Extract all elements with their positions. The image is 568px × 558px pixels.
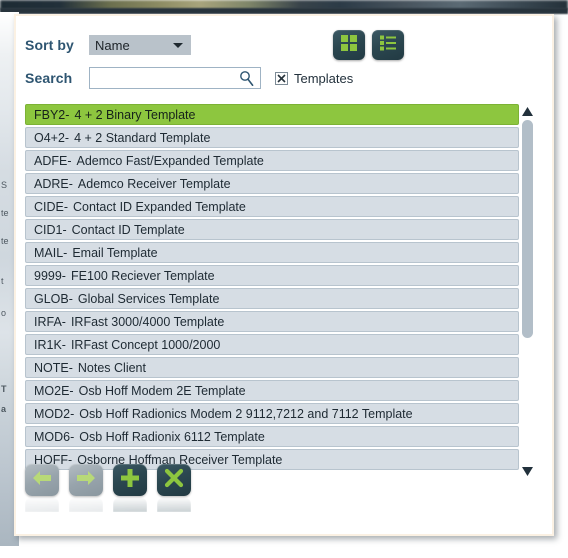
list-item-code: CID1- [34,222,67,237]
list-scrollbar[interactable] [520,104,535,479]
list-item[interactable]: MOD2- Osb Hoff Radionics Modem 2 9112,721… [25,403,519,424]
arrow-left-icon [32,469,52,492]
list-item[interactable]: ADFE- Ademco Fast/Expanded Template [25,150,519,171]
chevron-down-icon [173,43,183,48]
search-box[interactable] [89,67,261,89]
background-text-fragment: T [1,384,7,394]
view-toggle-group [333,30,404,60]
list-item-name: Contact ID Expanded Template [73,199,246,214]
templates-checkbox[interactable] [275,71,288,85]
forward-button-wrap [69,464,103,512]
template-list-area: FBY2- 4 + 2 Binary Template O4+2- 4 + 2 Sta… [25,104,535,479]
delete-button[interactable] [157,464,191,496]
sort-by-select[interactable]: Name [89,35,191,55]
list-item-code: IRFA- [34,314,66,329]
plus-icon [120,468,140,493]
list-item-code: ADFE- [34,153,72,168]
background-text-fragment: t [1,276,4,286]
list-item[interactable]: CID1- Contact ID Template [25,219,519,240]
screen-root: S te te t o T a Sort by Name Search Temp… [0,0,568,558]
background-text-fragment: te [1,208,9,218]
delete-button-reflection [157,497,191,512]
template-picker-panel: Sort by Name Search Templates FBY2- 4 + … [14,14,554,536]
close-x-icon [164,468,184,493]
list-view-icon [379,34,397,57]
list-item[interactable]: IR1K- IRFast Concept 1000/2000 [25,334,519,355]
list-item-name: Ademco Receiver Template [77,176,231,191]
scroll-down-arrow-icon[interactable] [521,465,534,478]
search-input[interactable] [94,68,243,88]
list-item-code: MO2E- [34,383,74,398]
list-item-name: Email Template [72,245,158,260]
templates-checkbox-row[interactable]: Templates [275,71,353,86]
list-item[interactable]: O4+2- 4 + 2 Standard Template [25,127,519,148]
checkmark-x-icon [277,73,286,83]
list-item-code: ADRE- [34,176,73,191]
forward-button[interactable] [69,464,103,496]
list-item[interactable]: IRFA- IRFast 3000/4000 Template [25,311,519,332]
back-button-wrap [25,464,59,512]
list-item[interactable]: NOTE- Notes Client [25,357,519,378]
grid-view-button[interactable] [333,30,365,60]
back-button[interactable] [25,464,59,496]
list-item[interactable]: MO2E- Osb Hoff Modem 2E Template [25,380,519,401]
list-item-name: Osb Hoff Modem 2E Template [78,383,246,398]
add-button-reflection [113,497,147,512]
list-item-code: GLOB- [34,291,73,306]
grid-view-icon [340,34,358,57]
sort-by-row: Sort by Name [25,35,191,55]
list-item[interactable]: GLOB- Global Services Template [25,288,519,309]
arrow-right-icon [76,469,96,492]
list-item[interactable]: FBY2- 4 + 2 Binary Template [25,104,519,125]
list-item-name: Global Services Template [77,291,220,306]
background-text-fragment: S [1,180,8,190]
templates-checkbox-label: Templates [294,70,354,86]
list-item-name: 4 + 2 Binary Template [74,107,196,122]
list-item-name: IRFast Concept 1000/2000 [70,337,221,352]
background-text-fragment: o [1,308,7,318]
list-item[interactable]: 9999- FE100 Reciever Template [25,265,519,286]
background-text-fragment: a [1,404,7,414]
list-item-name: Contact ID Template [71,222,185,237]
delete-button-wrap [157,464,191,512]
list-item[interactable]: MOD6- Osb Hoff Radionix 6112 Template [25,426,519,447]
list-item-name: Osb Hoff Radionix 6112 Template [79,429,265,444]
back-button-reflection [25,497,59,512]
list-item-name: Osb Hoff Radionics Modem 2 9112,7212 and… [79,406,413,421]
list-item[interactable]: ADRE- Ademco Receiver Template [25,173,519,194]
list-item-name: FE100 Reciever Template [70,268,215,283]
search-row: Search Templates [25,67,353,89]
search-icon[interactable] [238,70,256,93]
add-button-wrap [113,464,147,512]
list-item-code: MOD6- [34,429,75,444]
search-label: Search [25,70,73,86]
list-item-code: O4+2- [34,130,70,145]
action-button-bar [25,464,191,512]
list-item-code: IR1K- [34,337,66,352]
list-item-name: IRFast 3000/4000 Template [70,314,225,329]
list-item[interactable]: CIDE- Contact ID Expanded Template [25,196,519,217]
scroll-up-arrow-icon[interactable] [521,105,534,118]
sort-by-label: Sort by [25,37,74,53]
list-item-name: Notes Client [77,360,146,375]
list-item-name: 4 + 2 Standard Template [74,130,211,145]
add-button[interactable] [113,464,147,496]
background-text-fragment: te [1,236,9,246]
list-item-code: FBY2- [34,107,70,122]
list-item-code: 9999- [34,268,66,283]
list-item-code: NOTE- [34,360,73,375]
list-item-name: Ademco Fast/Expanded Template [76,153,264,168]
list-item-code: MOD2- [34,406,75,421]
list-view-button[interactable] [372,30,404,60]
forward-button-reflection [69,497,103,512]
list-item-code: MAIL- [34,245,68,260]
list-item-code: CIDE- [34,199,69,214]
list-item[interactable]: MAIL- Email Template [25,242,519,263]
sort-by-selected-value: Name [95,37,130,53]
template-list[interactable]: FBY2- 4 + 2 Binary Template O4+2- 4 + 2 Sta… [25,104,519,479]
scrollbar-thumb[interactable] [522,120,533,338]
